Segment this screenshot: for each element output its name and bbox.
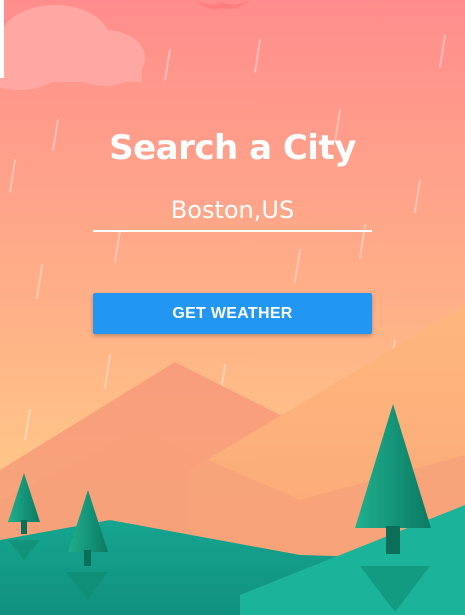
search-panel: Search a City GET WEATHER bbox=[0, 0, 465, 615]
get-weather-button[interactable]: GET WEATHER bbox=[93, 293, 372, 334]
city-input[interactable] bbox=[93, 190, 372, 232]
page-title: Search a City bbox=[109, 128, 356, 168]
